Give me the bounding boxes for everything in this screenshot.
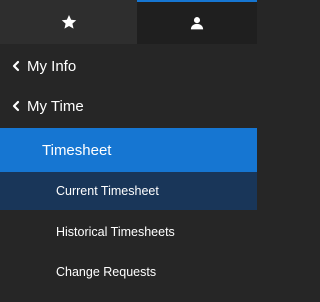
star-icon [61,14,77,30]
menu-item-timesheet[interactable]: Timesheet [0,128,257,172]
tab-favorites[interactable] [0,0,137,44]
menu-item-label: Change Requests [56,265,157,279]
menu-item-label: My Info [27,57,77,75]
menu-item-label: Current Timesheet [56,184,159,198]
menu-item-my-info[interactable]: My Info [0,44,257,88]
user-icon [190,16,204,30]
chevron-left-icon [10,100,22,112]
tab-profile[interactable] [137,0,257,44]
menu-item-label: My Time [27,97,84,115]
menu-item-current-timesheet[interactable]: Current Timesheet [0,172,257,210]
menu-item-label: Timesheet [42,141,112,159]
menu-item-my-time[interactable]: My Time [0,84,257,128]
tab-bar [0,0,257,44]
menu-item-historical-timesheets[interactable]: Historical Timesheets [0,210,257,254]
chevron-left-icon [10,60,22,72]
navigation-panel: My Info My Time Timesheet Current Timesh… [0,0,257,302]
menu-item-change-requests[interactable]: Change Requests [0,250,257,294]
menu-item-label: Historical Timesheets [56,225,175,239]
panel-bottom [0,294,257,302]
